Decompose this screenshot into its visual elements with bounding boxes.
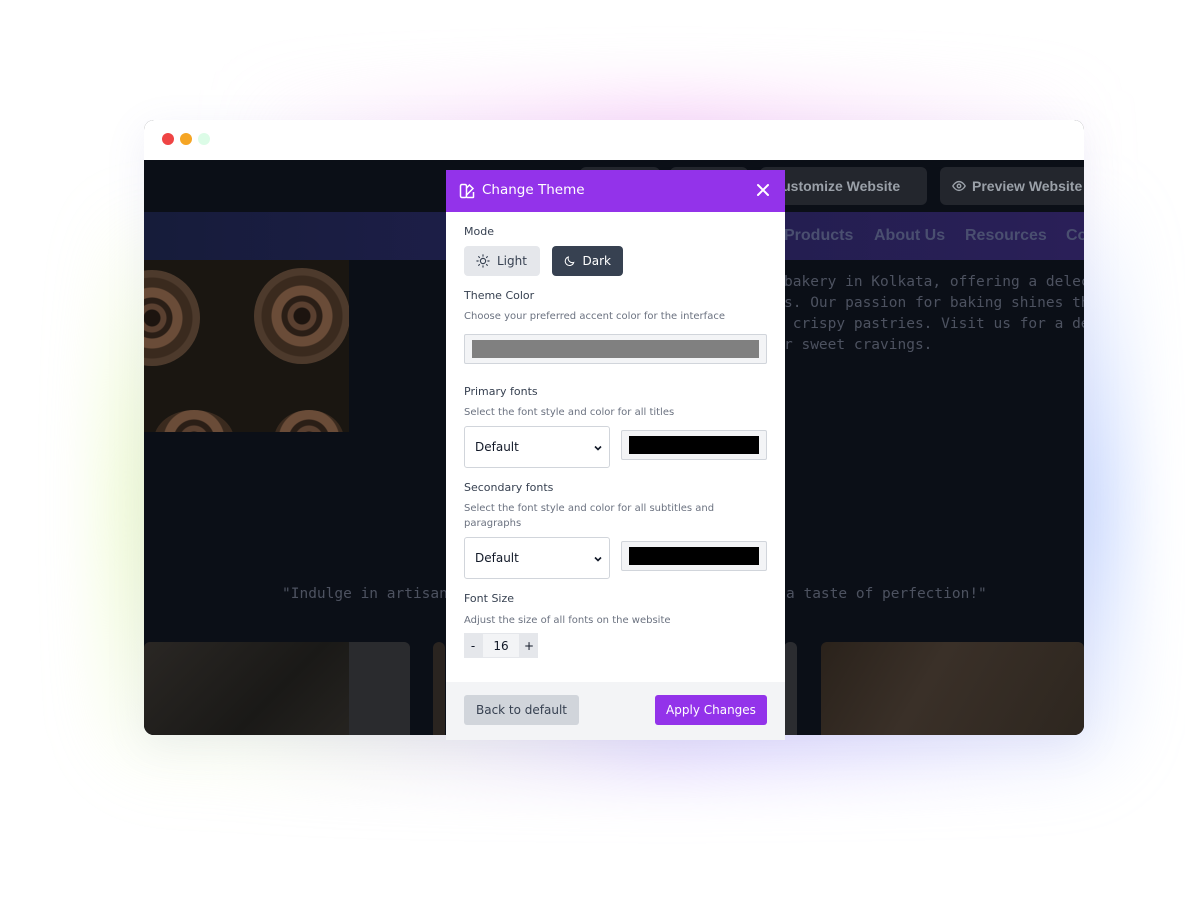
font-size-description: Adjust the size of all fonts on the webs… (464, 615, 671, 626)
secondary-font-color-swatch (629, 547, 759, 565)
chevron-down-icon (594, 445, 602, 451)
eye-icon (952, 180, 966, 192)
close-icon[interactable] (755, 182, 771, 198)
font-size-value[interactable]: 16 (482, 633, 520, 658)
primary-fonts-description: Select the font style and color for all … (464, 407, 675, 418)
sun-icon (476, 254, 490, 268)
light-mode-button[interactable]: Light (464, 246, 540, 276)
font-size-stepper: - 16 + (464, 633, 538, 658)
nav-link-products[interactable]: Products (784, 227, 853, 245)
modal-header: Change Theme (446, 170, 785, 212)
dark-mode-button[interactable]: Dark (552, 246, 623, 276)
modal-footer: Back to default Apply Changes (446, 682, 785, 740)
secondary-fonts-label: Secondary fonts (464, 481, 554, 494)
preview-website-button[interactable]: Preview Website (940, 167, 1084, 205)
modal-title: Change Theme (482, 182, 585, 198)
change-theme-modal: Change Theme Mode Light Dark Theme Color… (446, 170, 785, 740)
primary-font-color-picker[interactable] (621, 430, 767, 460)
secondary-fonts-description: Select the font style and color for all … (464, 503, 715, 529)
customize-website-button[interactable]: Customize Website (760, 167, 927, 205)
nav-link-resources[interactable]: Resources (965, 227, 1047, 245)
nav-link-about-us[interactable]: About Us (874, 227, 945, 245)
primary-font-select[interactable]: Default (464, 426, 610, 468)
back-to-default-button[interactable]: Back to default (464, 695, 579, 725)
hero-image-pastries (144, 260, 349, 432)
quote-text-right: a taste of perfection!" (786, 586, 987, 602)
window-titlebar (144, 120, 1084, 160)
window-minimize-dot[interactable] (180, 133, 192, 145)
primary-font-value: Default (475, 440, 519, 454)
secondary-font-select[interactable]: Default (464, 537, 610, 579)
mode-label: Mode (464, 225, 494, 238)
preview-website-label: Preview Website (972, 178, 1083, 194)
about-paragraph: bakery in Kolkata, offering a delectable… (784, 274, 1084, 353)
font-size-increment-button[interactable]: + (520, 633, 538, 658)
theme-color-label: Theme Color (464, 289, 535, 302)
font-size-decrement-button[interactable]: - (464, 633, 482, 658)
gallery-card-4 (821, 642, 1084, 735)
window-close-dot[interactable] (162, 133, 174, 145)
customize-website-label: Customize Website (772, 178, 901, 194)
gallery-card-1 (144, 642, 410, 735)
secondary-font-color-picker[interactable] (621, 541, 767, 571)
nav-link-contact[interactable]: Co (1066, 227, 1084, 245)
font-size-label: Font Size (464, 592, 515, 605)
primary-font-color-swatch (629, 436, 759, 454)
gallery-card-3 (784, 642, 797, 735)
palette-icon (459, 183, 475, 199)
gallery-card-2 (433, 642, 445, 735)
light-mode-label: Light (497, 254, 527, 268)
secondary-font-value: Default (475, 551, 519, 565)
theme-color-picker[interactable] (464, 334, 767, 364)
dark-mode-label: Dark (582, 254, 611, 268)
theme-color-description: Choose your preferred accent color for t… (464, 311, 725, 322)
theme-color-swatch (472, 340, 759, 358)
primary-fonts-label: Primary fonts (464, 385, 538, 398)
moon-icon (564, 256, 575, 266)
apply-changes-button[interactable]: Apply Changes (655, 695, 767, 725)
chevron-down-icon (594, 556, 602, 562)
window-maximize-dot[interactable] (198, 133, 210, 145)
